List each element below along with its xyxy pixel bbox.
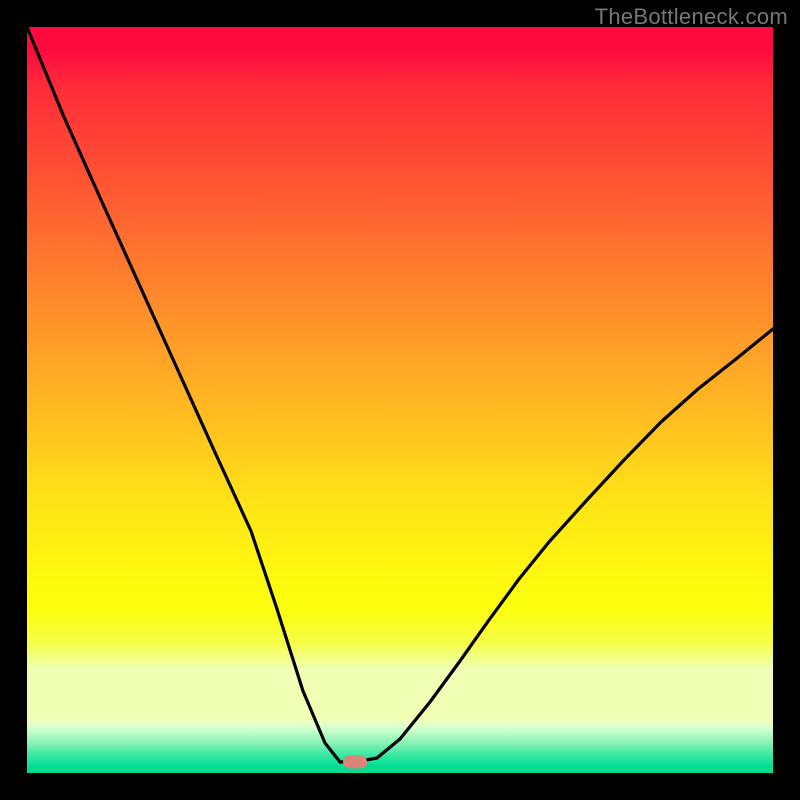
chart-frame: TheBottleneck.com <box>0 0 800 800</box>
watermark-text: TheBottleneck.com <box>595 4 788 30</box>
bottleneck-curve <box>27 27 773 762</box>
bottleneck-curve-svg <box>27 27 773 773</box>
plot-area <box>27 27 773 773</box>
optimum-marker <box>343 755 367 768</box>
